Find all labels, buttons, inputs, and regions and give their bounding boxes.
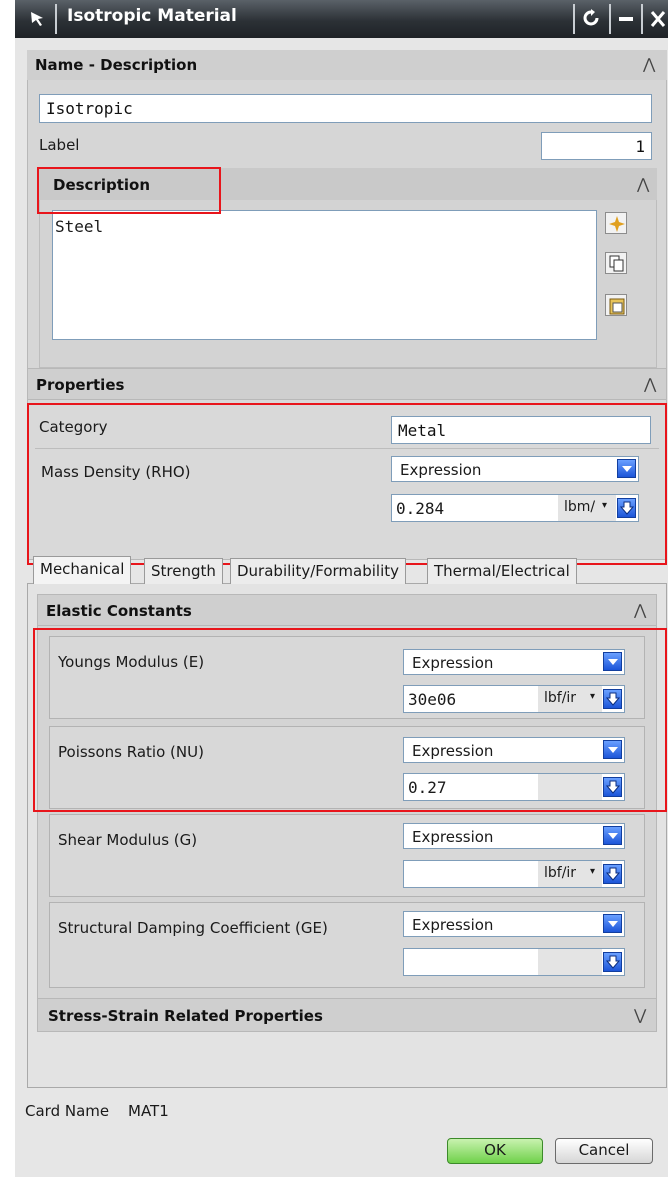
mode-value: Expression — [412, 828, 494, 846]
arrow-down-icon[interactable] — [603, 864, 622, 884]
highlight-box — [27, 403, 667, 565]
description-text: Steel — [55, 217, 104, 236]
name-field[interactable] — [39, 94, 652, 123]
properties-header[interactable]: Properties ⋀ — [27, 368, 667, 400]
collapse-icon[interactable]: ⋀ — [637, 175, 649, 193]
window-title: Isotropic Material — [67, 6, 237, 26]
insert-button[interactable] — [605, 212, 627, 234]
mode-value: Expression — [412, 916, 494, 934]
highlight-box — [33, 628, 667, 812]
cancel-button[interactable]: Cancel — [555, 1138, 653, 1164]
paste-icon — [609, 298, 625, 315]
structural-damping-mode-select[interactable]: Expression — [403, 911, 625, 937]
elastic-constants-title: Elastic Constants — [46, 602, 192, 620]
card-name-value: MAT1 — [128, 1102, 169, 1120]
chevron-down-icon[interactable] — [603, 914, 622, 933]
highlight-box — [37, 167, 221, 214]
pointer-icon — [31, 12, 43, 26]
unit-chevron-icon: ▾ — [590, 866, 596, 877]
elastic-constants-header[interactable]: Elastic Constants ⋀ — [37, 594, 657, 626]
sparkle-icon — [609, 216, 625, 232]
expand-icon[interactable]: ⋁ — [634, 1006, 646, 1024]
collapse-icon[interactable]: ⋀ — [634, 601, 646, 619]
copy-button[interactable] — [605, 252, 627, 274]
unit-select[interactable]: lbf/ir ▾ — [538, 861, 602, 887]
shear-modulus-value-field[interactable]: lbf/ir ▾ — [403, 860, 625, 888]
tab-thermal-electrical[interactable]: Thermal/Electrical — [427, 558, 577, 584]
unit-value: lbf/ir — [544, 865, 577, 881]
section-title: Name - Description — [35, 56, 198, 74]
structural-damping-value-field[interactable] — [403, 948, 625, 976]
close-icon[interactable] — [650, 10, 666, 28]
collapse-icon[interactable]: ⋀ — [643, 55, 655, 73]
tab-strength[interactable]: Strength — [144, 558, 223, 584]
unit-area — [538, 949, 602, 975]
tab-mechanical[interactable]: Mechanical — [33, 556, 132, 584]
shear-modulus-mode-select[interactable]: Expression — [403, 823, 625, 849]
chevron-down-icon[interactable] — [603, 826, 622, 845]
arrow-down-icon[interactable] — [603, 952, 622, 972]
title-bar: Isotropic Material — [15, 0, 668, 38]
label-field[interactable] — [541, 132, 652, 160]
name-description-header[interactable]: Name - Description ⋀ — [27, 50, 667, 80]
label-text: Label — [39, 136, 80, 154]
description-textarea[interactable]: Steel — [52, 210, 597, 340]
tab-durability-formability[interactable]: Durability/Formability — [230, 558, 407, 584]
collapse-icon[interactable]: ⋀ — [644, 375, 656, 393]
dialog-body: Name - Description ⋀ Label Description ⋀… — [15, 38, 668, 1177]
structural-damping-label: Structural Damping Coefficient (GE) — [58, 919, 328, 937]
ok-button[interactable]: OK — [447, 1138, 543, 1164]
paste-button[interactable] — [605, 294, 627, 316]
shear-modulus-label: Shear Modulus (G) — [58, 831, 198, 849]
stress-strain-title: Stress-Strain Related Properties — [48, 1007, 323, 1025]
minimize-icon[interactable] — [619, 17, 633, 21]
stress-strain-header[interactable]: Stress-Strain Related Properties ⋁ — [37, 998, 657, 1032]
copy-icon — [609, 255, 624, 272]
reset-icon[interactable] — [582, 9, 602, 29]
card-name-label: Card Name — [25, 1102, 110, 1120]
properties-title: Properties — [36, 376, 125, 394]
